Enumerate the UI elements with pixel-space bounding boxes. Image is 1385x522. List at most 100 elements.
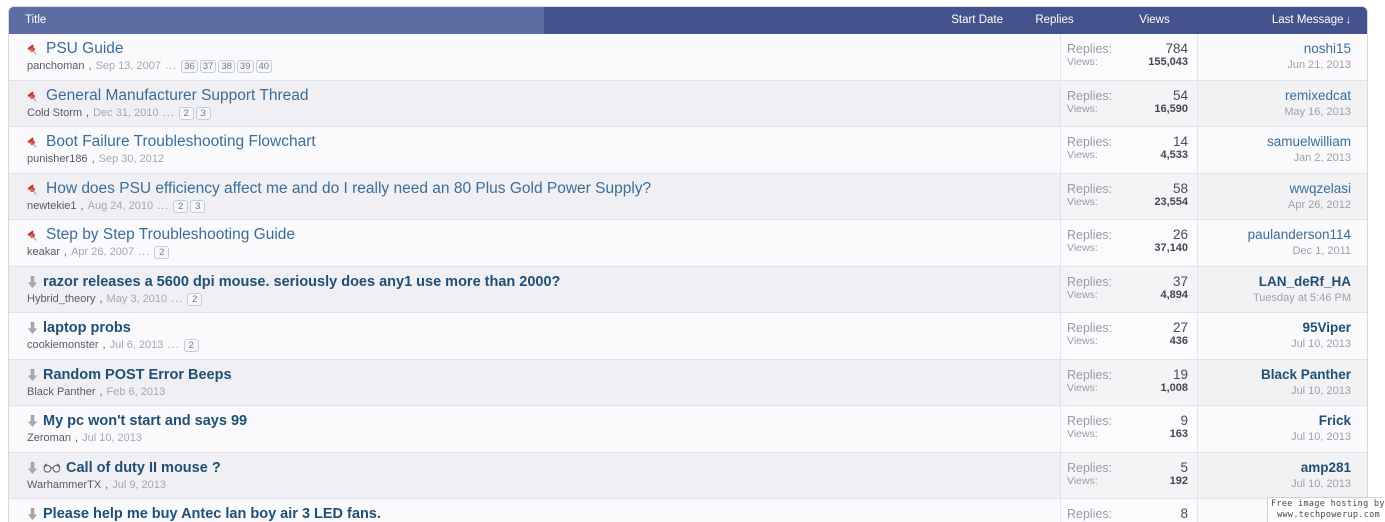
replies-label: Replies: <box>1067 460 1113 475</box>
thread-title-link[interactable]: Boot Failure Troubleshooting Flowchart <box>46 133 316 151</box>
table-row[interactable]: Step by Step Troubleshooting Guide keakar… <box>9 220 1367 267</box>
meta-separator: , <box>64 246 68 258</box>
table-row[interactable]: My pc won't start and says 99 Zeroman, Jul… <box>9 406 1367 453</box>
page-number-badge[interactable]: 40 <box>255 60 273 73</box>
column-header-last-message[interactable]: Last Message ↓ <box>1207 7 1367 34</box>
thread-title-link[interactable]: PSU Guide <box>46 40 124 58</box>
replies-stat: Replies: 784 <box>1067 41 1188 56</box>
thread-title-link[interactable]: My pc won't start and says 99 <box>43 412 247 430</box>
last-message-user[interactable]: amp281 <box>1206 460 1351 476</box>
thread-title-link[interactable]: Step by Step Troubleshooting Guide <box>46 226 295 244</box>
last-message-user[interactable]: Frick <box>1206 413 1351 429</box>
thread-title-link[interactable]: Random POST Error Beeps <box>43 366 232 384</box>
thread-author[interactable]: Hybrid_theory <box>27 292 95 306</box>
last-message-date: Jul 10, 2013 <box>1291 384 1351 397</box>
thread-title-link[interactable]: Call of duty II mouse ? <box>66 459 221 477</box>
replies-stat: Replies: 26 <box>1067 227 1188 242</box>
table-row[interactable]: General Manufacturer Support Thread Cold … <box>9 80 1367 127</box>
last-message-user[interactable]: LAN_deRf_HA <box>1206 274 1351 290</box>
page-number-badge[interactable]: 3 <box>190 199 206 213</box>
thread-meta: punisher186, Sep 30, 2012 <box>27 152 1050 166</box>
replies-label: Replies: <box>1067 135 1113 149</box>
replies-stat: Replies: 54 <box>1067 88 1188 103</box>
thread-stats-cell: Replies: 58 Views: 23,554 <box>1060 173 1197 219</box>
column-header-views[interactable]: Views <box>1102 7 1207 34</box>
column-header-title[interactable]: Title <box>9 7 544 34</box>
last-message-date: Jul 10, 2013 <box>1291 431 1351 443</box>
page-number-badge[interactable]: 2 <box>173 199 189 213</box>
replies-label: Replies: <box>1067 181 1113 196</box>
page-number-badge[interactable]: 37 <box>199 60 217 73</box>
thread-author[interactable]: panchoman <box>27 59 85 73</box>
thread-author[interactable]: keakar <box>27 245 60 259</box>
table-row[interactable]: Please help me buy Antec lan boy air 3 L… <box>9 499 1367 522</box>
thread-meta: WarhammerTX, Jul 9, 2013 <box>27 478 1050 492</box>
thread-author[interactable]: WarhammerTX <box>27 478 101 492</box>
last-message-user[interactable]: paulanderson114 <box>1206 227 1351 243</box>
table-row[interactable]: How does PSU efficiency affect me and do… <box>9 173 1367 220</box>
table-row[interactable]: Boot Failure Troubleshooting Flowchart pu… <box>9 127 1367 174</box>
page-number-badge[interactable]: 38 <box>218 60 235 73</box>
thread-title-link[interactable]: laptop probs <box>43 319 131 337</box>
table-row[interactable]: laptop probs cookiemonster, Jul 6, 2013...… <box>9 313 1367 360</box>
thread-author[interactable]: Black Panther <box>27 385 95 399</box>
views-value: 436 <box>1169 335 1188 347</box>
last-message-user[interactable]: wwqzelasi <box>1206 181 1351 197</box>
page-number-badge[interactable]: 2 <box>187 292 203 306</box>
replies-label: Replies: <box>1067 321 1113 335</box>
page-number-badge[interactable]: 39 <box>236 60 254 73</box>
thread-title-link[interactable]: Please help me buy Antec lan boy air 3 L… <box>43 505 381 522</box>
thread-author[interactable]: cookiemonster <box>27 338 99 352</box>
replies-stat: Replies: 27 <box>1067 320 1188 335</box>
thread-stats-cell: Replies: 784 Views: 155,043 <box>1060 34 1197 80</box>
thread-stats-cell: Replies: 26 Views: 37,140 <box>1060 220 1197 266</box>
views-value: 1,008 <box>1160 381 1188 394</box>
table-row[interactable]: Call of duty II mouse ? WarhammerTX, Jul 9… <box>9 452 1367 499</box>
thread-title-link[interactable]: razor releases a 5600 dpi mouse. serious… <box>43 273 560 291</box>
last-message-user[interactable]: remixedcat <box>1206 88 1351 104</box>
thread-title-link[interactable]: How does PSU efficiency affect me and do… <box>46 180 651 198</box>
thread-meta: panchoman, Sep 13, 2007... 36 37 38 39 40 <box>27 59 1050 73</box>
page-number-badge[interactable]: 2 <box>178 106 194 120</box>
page-number-badge[interactable]: 36 <box>181 60 198 73</box>
thread-meta: Zeroman, Jul 10, 2013 <box>27 431 1050 445</box>
meta-separator: , <box>99 292 103 305</box>
page-badge-group: 23 <box>178 106 213 120</box>
thread-title-cell: laptop probs cookiemonster, Jul 6, 2013...… <box>9 313 1060 359</box>
table-row[interactable]: razor releases a 5600 dpi mouse. serious… <box>9 266 1367 313</box>
table-row[interactable]: Random POST Error Beeps Black Panther, Feb… <box>9 359 1367 406</box>
column-header-replies[interactable]: Replies <box>1007 7 1102 34</box>
page-number-badge[interactable]: 2 <box>154 246 170 259</box>
table-row[interactable]: PSU Guide panchoman, Sep 13, 2007... 36 37 38… <box>9 34 1367 81</box>
thread-author[interactable]: newtekie1 <box>27 199 77 213</box>
last-message-user[interactable]: samuelwilliam <box>1206 134 1351 150</box>
last-message-user[interactable]: Black Panther <box>1206 367 1351 383</box>
views-value: 155,043 <box>1148 56 1188 68</box>
thread-title-link[interactable]: General Manufacturer Support Thread <box>46 87 309 105</box>
views-value: 16,590 <box>1154 102 1188 115</box>
column-header-start-date[interactable]: Start Date <box>887 7 1007 34</box>
replies-label: Replies: <box>1067 42 1113 56</box>
last-message-date: Dec 1, 2011 <box>1292 245 1351 257</box>
views-stat: Views: 155,043 <box>1067 56 1188 68</box>
thread-start-date: Jul 10, 2013 <box>82 432 143 444</box>
replies-label: Replies: <box>1067 507 1113 521</box>
last-message-cell: samuelwilliam Jan 2, 2013 <box>1197 127 1367 173</box>
views-label: Views: <box>1067 102 1098 115</box>
replies-stat: Replies: 58 <box>1067 181 1188 196</box>
last-message-user[interactable]: 95Viper <box>1206 320 1351 336</box>
thread-author[interactable]: punisher186 <box>27 152 88 166</box>
thread-title-cell: Boot Failure Troubleshooting Flowchart pu… <box>9 127 1060 173</box>
thread-title-line: Random POST Error Beeps <box>27 366 1050 384</box>
thread-start-date: Sep 30, 2012 <box>98 153 165 165</box>
arrow-down-icon <box>27 368 38 382</box>
views-stat: Views: 192 <box>1067 475 1188 487</box>
views-stat: Views: 37,140 <box>1067 242 1188 254</box>
page-number-badge[interactable]: 3 <box>195 106 211 120</box>
thread-author[interactable]: Cold Storm <box>27 106 82 120</box>
thread-author[interactable]: Zeroman <box>27 431 71 445</box>
last-message-date: Jun 21, 2013 <box>1287 59 1351 71</box>
last-message-user[interactable]: noshi15 <box>1206 41 1351 57</box>
page-number-badge[interactable]: 2 <box>183 339 199 352</box>
replies-stat: Replies: 14 <box>1067 134 1188 149</box>
